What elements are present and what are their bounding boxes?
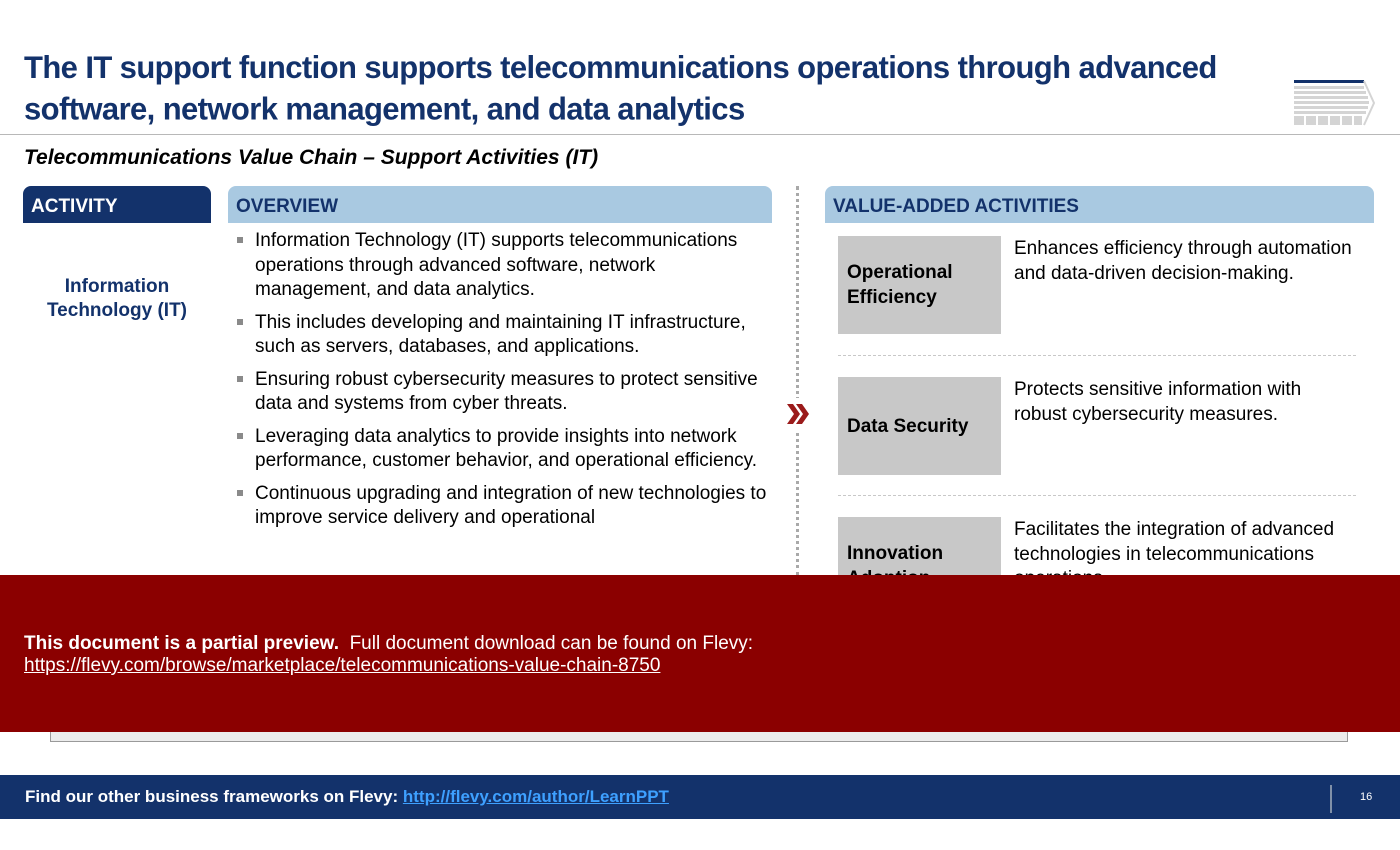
row-divider (838, 355, 1356, 356)
overview-item: Information Technology (IT) supports tel… (236, 229, 771, 303)
overview-item: Continuous upgrading and integration of … (236, 482, 771, 531)
square-bullet-icon (237, 489, 243, 496)
square-bullet-icon (237, 375, 243, 382)
double-chevron-right-icon (784, 398, 812, 430)
footer-divider (1330, 785, 1332, 813)
slide-subtitle: Telecommunications Value Chain – Support… (24, 146, 599, 169)
square-bullet-icon (237, 237, 243, 243)
footer-bar: Find our other business frameworks on Fl… (0, 775, 1400, 819)
value-chain-logo-icon (1294, 80, 1376, 126)
value-added-column-header: VALUE-ADDED ACTIVITIES (825, 186, 1374, 223)
activity-column-header: ACTIVITY (23, 186, 211, 223)
value-added-description: Protects sensitive information with robu… (1014, 379, 1302, 425)
value-added-description: Enhances efficiency through automation a… (1014, 238, 1352, 284)
overview-item: Leveraging data analytics to provide ins… (236, 425, 771, 474)
square-bullet-icon (237, 432, 243, 439)
activity-name: Information Technology (IT) (46, 276, 188, 321)
row-divider (838, 495, 1356, 496)
preview-download-link[interactable]: https://flevy.com/browse/marketplace/tel… (24, 655, 660, 676)
title-divider (0, 134, 1400, 135)
footer-author-link[interactable]: http://flevy.com/author/LearnPPT (403, 787, 669, 806)
overview-list: Information Technology (IT) supports tel… (236, 229, 771, 539)
overview-item: This includes developing and maintaining… (236, 311, 771, 360)
column-divider (796, 186, 799, 576)
overview-item: Ensuring robust cybersecurity measures t… (236, 368, 771, 417)
page-title: The IT support function supports telecom… (24, 49, 1217, 127)
value-added-label: Operational Efficiency (838, 236, 1001, 334)
overview-column-header: OVERVIEW (228, 186, 772, 223)
footer-message: Find our other business frameworks on Fl… (25, 787, 669, 807)
preview-text: Full document download can be found on F… (349, 633, 754, 654)
preview-bold-text: This document is a partial preview. (24, 633, 339, 654)
page-number: 16 (1360, 791, 1373, 803)
square-bullet-icon (237, 318, 243, 325)
preview-message: This document is a partial preview. Full… (24, 633, 753, 677)
value-added-label: Data Security (838, 377, 1001, 475)
footer-text: Find our other business frameworks on Fl… (25, 787, 399, 806)
